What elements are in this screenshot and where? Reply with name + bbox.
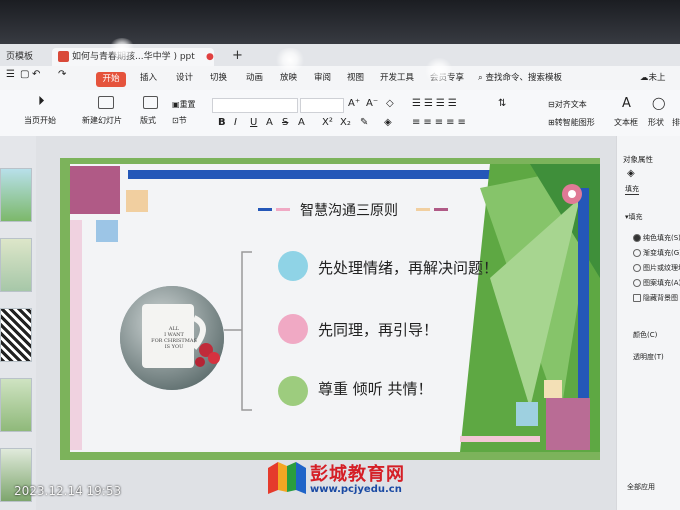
highlight-icon[interactable]: ✎	[360, 117, 368, 128]
slide-title: 智慧沟通三原则	[300, 203, 398, 219]
tab-close-dot[interactable]: ●	[200, 48, 220, 66]
ribbon-toolbar: ⏵ 当页开始 新建幻灯片 版式 ▣重置 ⊡节 A⁺ A⁻ ◇ B I U A S…	[0, 90, 680, 137]
underline-icon[interactable]: U	[250, 117, 257, 128]
clear-format-icon[interactable]: ◇	[386, 98, 394, 109]
menu-icon[interactable]: ☰	[6, 69, 15, 80]
reset-icon: ▣	[172, 100, 180, 109]
strikethrough-icon[interactable]: S	[282, 117, 288, 128]
search-icon: ⌕	[478, 73, 483, 83]
text-shadow-icon[interactable]: A	[266, 117, 273, 128]
point-3-text: 尊重 倾听 共情！	[318, 380, 433, 398]
props-title: 对象属性	[623, 155, 653, 164]
fill-bucket-icon: ◈	[627, 168, 635, 179]
bullet-dot-green	[278, 376, 308, 406]
reset-button[interactable]: ▣重置	[172, 99, 196, 110]
undo-icon[interactable]: ↶	[32, 69, 40, 80]
font-color-icon[interactable]: A	[298, 117, 305, 128]
point-1-text: 先处理情绪，再解决问题！	[318, 259, 499, 277]
section-icon: ⊡	[172, 116, 179, 125]
paragraph-align-icons[interactable]: ≡≡≡≡≡	[412, 117, 469, 128]
section-button[interactable]: ⊡节	[172, 115, 187, 126]
command-search[interactable]: ⌕ 查找命令、搜索模板	[478, 71, 562, 83]
fill-tab[interactable]: 填充	[625, 184, 639, 195]
smartart-button[interactable]: ⊞转智能图形	[548, 117, 595, 128]
smartart-icon: ⊞	[548, 118, 555, 127]
slide-canvas[interactable]: ALL I WANT FOR CHRISTMAS IS YOU 智慧沟通三原则 …	[60, 158, 600, 460]
play-from-current-button[interactable]: 当页开始	[24, 115, 56, 126]
fill-option-solid[interactable]: 纯色填充(S)	[633, 233, 680, 243]
slide-thumbnail[interactable]	[0, 308, 32, 362]
light-glare	[424, 58, 454, 84]
subscript-icon[interactable]: X₂	[340, 117, 351, 128]
bullet-dot-blue	[278, 251, 308, 281]
menu-developer[interactable]: 开发工具	[380, 71, 414, 83]
new-slide-button[interactable]: 新建幻灯片	[82, 115, 122, 126]
shape-icon: ◯	[652, 96, 666, 110]
menu-start[interactable]: 开始	[96, 72, 126, 87]
textbox-button[interactable]: 文本框	[614, 117, 638, 128]
slide-thumbnail[interactable]	[0, 378, 32, 432]
ppt-file-icon	[58, 51, 69, 62]
hide-background-checkbox[interactable]: 隐藏背景图	[633, 293, 678, 303]
bold-icon[interactable]: B	[218, 117, 226, 128]
watermark: 彭城教育网 www.pcjyedu.cn	[268, 460, 404, 498]
watermark-url: www.pcjyedu.cn	[310, 484, 402, 495]
light-glare	[274, 48, 306, 72]
open-icon[interactable]: ▢	[20, 69, 29, 80]
fill-color-icon[interactable]: ◈	[384, 117, 392, 128]
fill-option-pattern[interactable]: 图案填充(A)	[633, 278, 680, 288]
list-icons[interactable]: ☰☰☰☰	[412, 98, 460, 109]
italic-icon[interactable]: I	[234, 117, 237, 128]
photographed-screen: 页模板 如何与青春期孩...华中学 ) ppt ● + ☰ ▢ ↶ ↷ 插入 设…	[0, 0, 680, 510]
play-icon[interactable]: ⏵	[38, 94, 45, 109]
redo-icon[interactable]: ↷	[58, 69, 66, 80]
new-slide-icon	[98, 96, 114, 109]
menu-design[interactable]: 设计	[176, 71, 193, 83]
textbox-icon: A	[622, 96, 631, 111]
fill-option-gradient[interactable]: 渐变填充(G)	[633, 248, 680, 258]
new-tab-button[interactable]: +	[226, 48, 249, 66]
mug-text: ALL I WANT FOR CHRISTMAS IS YOU	[151, 326, 197, 350]
layout-button[interactable]: 版式	[140, 115, 156, 126]
superscript-icon[interactable]: X²	[322, 117, 333, 128]
menu-review[interactable]: 审阅	[314, 71, 331, 83]
align-text-icon: ⊟	[548, 100, 555, 109]
menu-view[interactable]: 视图	[347, 71, 364, 83]
text-direction-icon[interactable]: ⇅	[498, 98, 506, 109]
transparency-label: 透明度(T)	[633, 353, 664, 361]
shape-button[interactable]: 形状	[648, 117, 664, 128]
photo-timestamp: 2023.12.14 19:53	[14, 484, 122, 498]
font-name-select[interactable]	[212, 98, 298, 113]
menu-animation[interactable]: 动画	[246, 71, 263, 83]
slide-thumbnail-pane	[0, 136, 36, 510]
bullet-dot-pink	[278, 314, 308, 344]
slide-thumbnail[interactable]	[0, 168, 32, 222]
menu-slideshow[interactable]: 放映	[280, 71, 297, 83]
increase-font-icon[interactable]: A⁺	[348, 98, 360, 109]
menu-transition[interactable]: 切换	[210, 71, 227, 83]
watermark-logo-icon	[268, 462, 306, 494]
fill-section-header: ▾填充	[625, 213, 643, 221]
sync-status[interactable]: ☁未上	[640, 71, 666, 83]
decrease-font-icon[interactable]: A⁻	[366, 98, 378, 109]
menu-insert[interactable]: 插入	[140, 71, 157, 83]
align-text-button[interactable]: ⊟对齐文本	[548, 99, 587, 110]
object-properties-panel: 对象属性 ◈ 填充 ▾填充 纯色填充(S) 渐变填充(G) 图片或纹理填 图案填…	[616, 136, 680, 510]
tab-template[interactable]: 页模板	[0, 48, 39, 66]
arrange-button[interactable]: 排	[672, 117, 680, 128]
slide-thumbnail[interactable]	[0, 238, 32, 292]
light-glare	[108, 38, 136, 60]
font-size-select[interactable]	[300, 98, 344, 113]
color-label: 颜色(C)	[633, 331, 658, 339]
point-2-text: 先同理，再引导！	[318, 321, 439, 339]
monitor-bezel	[0, 0, 680, 48]
watermark-name: 彭城教育网	[310, 464, 405, 485]
document-tab-bar: 页模板 如何与青春期孩...华中学 ) ppt ● +	[0, 44, 680, 66]
cloud-icon: ☁	[640, 73, 649, 83]
fill-option-picture[interactable]: 图片或纹理填	[633, 263, 680, 273]
apply-all-button[interactable]: 全部应用	[627, 482, 655, 492]
layout-icon	[143, 96, 158, 109]
